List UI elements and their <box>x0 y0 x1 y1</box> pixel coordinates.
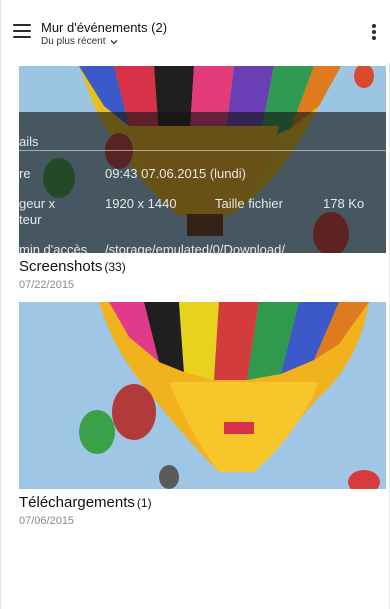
album-name: Téléchargements <box>19 494 135 511</box>
album-count: (33) <box>104 260 126 274</box>
album-meta-telechargements: Téléchargements (1) 07/06/2015 <box>19 494 152 528</box>
album-card-screenshots[interactable]: ails re 09:43 07.06.2015 (lundi) geur x … <box>19 66 386 253</box>
album-thumbnail <box>19 302 386 489</box>
details-section-label: ails <box>19 134 39 149</box>
chevron-down-icon <box>111 40 118 45</box>
details-row-author: teur <box>19 212 42 227</box>
album-meta-screenshots: Screenshots (33) 07/22/2015 <box>19 258 126 292</box>
app-screen: Mur d'événements (2) Du plus récent ails… <box>0 0 390 609</box>
album-thumbnail: ails re 09:43 07.06.2015 (lundi) geur x … <box>19 66 386 253</box>
more-vert-icon[interactable] <box>371 24 377 42</box>
title-block: Mur d'événements (2) Du plus récent <box>41 20 167 49</box>
album-count: (1) <box>136 496 152 510</box>
album-card-telechargements[interactable] <box>19 302 386 489</box>
details-overlay: ails re 09:43 07.06.2015 (lundi) geur x … <box>19 112 386 253</box>
balloon-photo <box>19 302 386 489</box>
sort-label: Du plus récent <box>41 36 106 47</box>
divider <box>19 150 386 151</box>
sort-dropdown[interactable]: Du plus récent <box>41 35 167 49</box>
app-bar: Mur d'événements (2) Du plus récent <box>1 0 390 62</box>
album-name: Screenshots <box>19 258 103 275</box>
album-date: 07/22/2015 <box>19 279 75 291</box>
page-title: Mur d'événements (2) <box>41 20 168 35</box>
album-date: 07/06/2015 <box>19 515 75 527</box>
menu-icon[interactable] <box>13 24 31 40</box>
